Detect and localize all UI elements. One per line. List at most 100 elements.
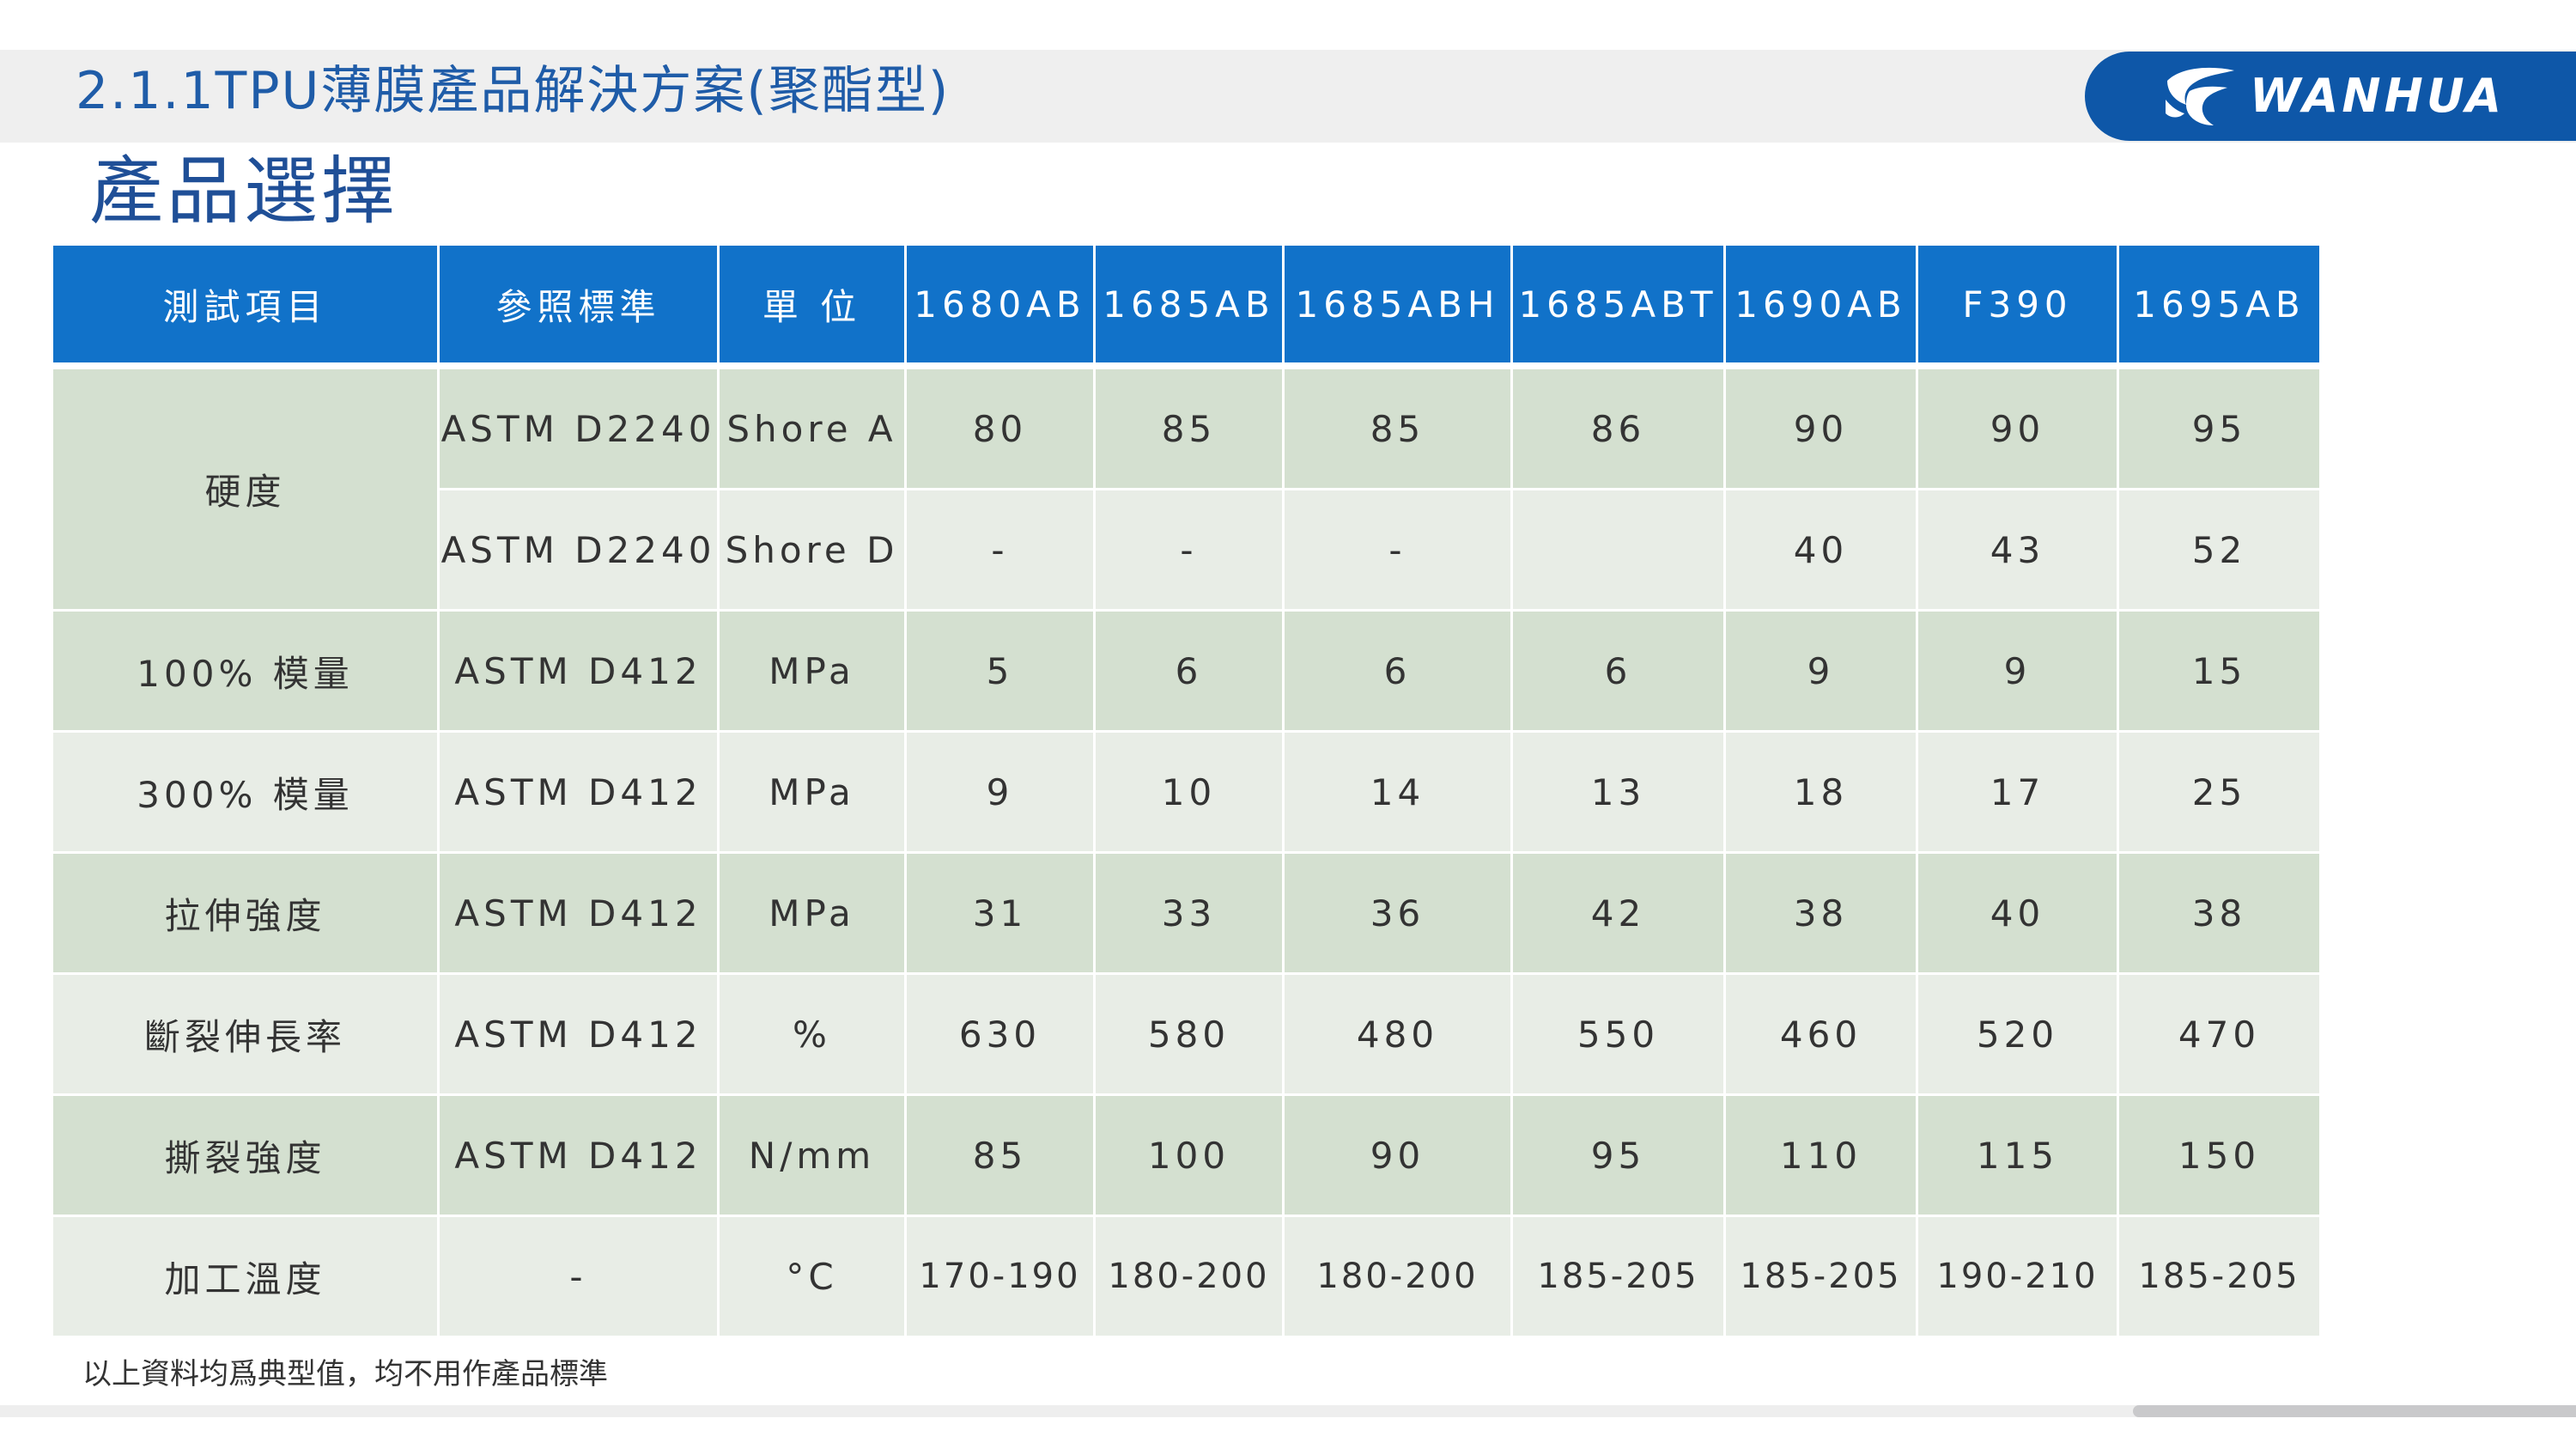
table-cell: 460 <box>1726 975 1918 1096</box>
column-header: 測試項目 <box>53 246 440 369</box>
table-cell: 10 <box>1096 733 1285 854</box>
row-standard: ASTM D412 <box>440 975 720 1096</box>
table-row: 300% 模量 ASTM D412 MPa 9 10 14 13 18 17 2… <box>53 733 2322 854</box>
table-cell: 33 <box>1096 854 1285 975</box>
table-header-row: 測試項目 參照標準 單 位 1680AB 1685AB 1685ABH 1685… <box>53 246 2322 369</box>
column-header: 1685ABH <box>1285 246 1513 369</box>
horizontal-scrollbar[interactable] <box>2133 1405 2576 1417</box>
table-cell: 180-200 <box>1096 1217 1285 1338</box>
table-cell: 5 <box>907 612 1096 733</box>
table-cell: 86 <box>1513 369 1726 490</box>
row-unit: Shore D <box>720 490 907 612</box>
table-cell: 6 <box>1096 612 1285 733</box>
row-item-label: 斷裂伸長率 <box>53 975 440 1096</box>
table-cell: 18 <box>1726 733 1918 854</box>
table-cell: 38 <box>1726 854 1918 975</box>
table-cell: 6 <box>1285 612 1513 733</box>
table-cell: 95 <box>2119 369 2322 490</box>
table-cell <box>1513 490 1726 612</box>
row-item-label: 硬度 <box>53 369 440 612</box>
table-cell: - <box>1096 490 1285 612</box>
table-cell: - <box>907 490 1096 612</box>
table-row: 100% 模量 ASTM D412 MPa 5 6 6 6 9 9 15 <box>53 612 2322 733</box>
table-cell: 17 <box>1918 733 2119 854</box>
row-standard: ASTM D2240 <box>440 369 720 490</box>
section-title: 2.1.1TPU薄膜產品解決方案(聚酯型) <box>76 61 951 121</box>
table-cell: 480 <box>1285 975 1513 1096</box>
column-header: 單 位 <box>720 246 907 369</box>
footnote: 以上資料均爲典型值，均不用作產品標準 <box>82 1357 608 1391</box>
row-item-label: 撕裂強度 <box>53 1096 440 1217</box>
spec-table: 測試項目 參照標準 單 位 1680AB 1685AB 1685ABH 1685… <box>53 246 2322 1338</box>
column-header: 1680AB <box>907 246 1096 369</box>
row-unit: MPa <box>720 612 907 733</box>
row-item-label: 加工溫度 <box>53 1217 440 1338</box>
table-row: 撕裂強度 ASTM D412 N/mm 85 100 90 95 110 115… <box>53 1096 2322 1217</box>
table-cell: 9 <box>1918 612 2119 733</box>
table-cell: 150 <box>2119 1096 2322 1217</box>
table-cell: 185-205 <box>1513 1217 1726 1338</box>
column-header: 參照標準 <box>440 246 720 369</box>
row-unit: MPa <box>720 854 907 975</box>
table-cell: 43 <box>1918 490 2119 612</box>
row-standard: ASTM D412 <box>440 733 720 854</box>
row-standard: ASTM D412 <box>440 1096 720 1217</box>
table-cell: 31 <box>907 854 1096 975</box>
table-cell: 170-190 <box>907 1217 1096 1338</box>
row-unit: Shore A <box>720 369 907 490</box>
table-cell: 90 <box>1726 369 1918 490</box>
table-cell: 40 <box>1726 490 1918 612</box>
wanhua-logo: WANHUA <box>2085 52 2576 141</box>
table-cell: 95 <box>1513 1096 1726 1217</box>
column-header: 1685ABT <box>1513 246 1726 369</box>
table-cell: 520 <box>1918 975 2119 1096</box>
row-standard: - <box>440 1217 720 1338</box>
row-item-label: 300% 模量 <box>53 733 440 854</box>
table-cell: 9 <box>907 733 1096 854</box>
table-cell: 470 <box>2119 975 2322 1096</box>
table-cell: 36 <box>1285 854 1513 975</box>
table-cell: 9 <box>1726 612 1918 733</box>
table-cell: 550 <box>1513 975 1726 1096</box>
table-cell: - <box>1285 490 1513 612</box>
row-standard: ASTM D2240 <box>440 490 720 612</box>
table-cell: 90 <box>1285 1096 1513 1217</box>
table-cell: 25 <box>2119 733 2322 854</box>
table-cell: 52 <box>2119 490 2322 612</box>
table-row: 拉伸強度 ASTM D412 MPa 31 33 36 42 38 40 38 <box>53 854 2322 975</box>
table-cell: 38 <box>2119 854 2322 975</box>
table-cell: 630 <box>907 975 1096 1096</box>
table-cell: 85 <box>1285 369 1513 490</box>
table-cell: 180-200 <box>1285 1217 1513 1338</box>
row-unit: °C <box>720 1217 907 1338</box>
wanhua-logo-icon <box>2166 67 2234 125</box>
spec-table-container: 測試項目 參照標準 單 位 1680AB 1685AB 1685ABH 1685… <box>53 246 2322 1338</box>
column-header: 1695AB <box>2119 246 2322 369</box>
table-cell: 40 <box>1918 854 2119 975</box>
table-cell: 110 <box>1726 1096 1918 1217</box>
table-cell: 6 <box>1513 612 1726 733</box>
column-header: 1690AB <box>1726 246 1918 369</box>
row-unit: MPa <box>720 733 907 854</box>
logo-text: WANHUA <box>2250 69 2506 123</box>
table-row: 硬度 ASTM D2240 Shore A 80 85 85 86 90 90 … <box>53 369 2322 612</box>
table-cell: 115 <box>1918 1096 2119 1217</box>
table-cell: 100 <box>1096 1096 1285 1217</box>
table-cell: 185-205 <box>1726 1217 1918 1338</box>
row-unit: % <box>720 975 907 1096</box>
row-unit: N/mm <box>720 1096 907 1217</box>
row-standard: ASTM D412 <box>440 612 720 733</box>
table-cell: 14 <box>1285 733 1513 854</box>
table-row: 斷裂伸長率 ASTM D412 % 630 580 480 550 460 52… <box>53 975 2322 1096</box>
table-cell: 185-205 <box>2119 1217 2322 1338</box>
table-cell: 85 <box>907 1096 1096 1217</box>
column-header: 1685AB <box>1096 246 1285 369</box>
table-cell: 90 <box>1918 369 2119 490</box>
row-item-label: 100% 模量 <box>53 612 440 733</box>
table-cell: 13 <box>1513 733 1726 854</box>
column-header: F390 <box>1918 246 2119 369</box>
table-row: 加工溫度 - °C 170-190 180-200 180-200 185-20… <box>53 1217 2322 1338</box>
table-cell: 580 <box>1096 975 1285 1096</box>
table-cell: 15 <box>2119 612 2322 733</box>
row-standard: ASTM D412 <box>440 854 720 975</box>
